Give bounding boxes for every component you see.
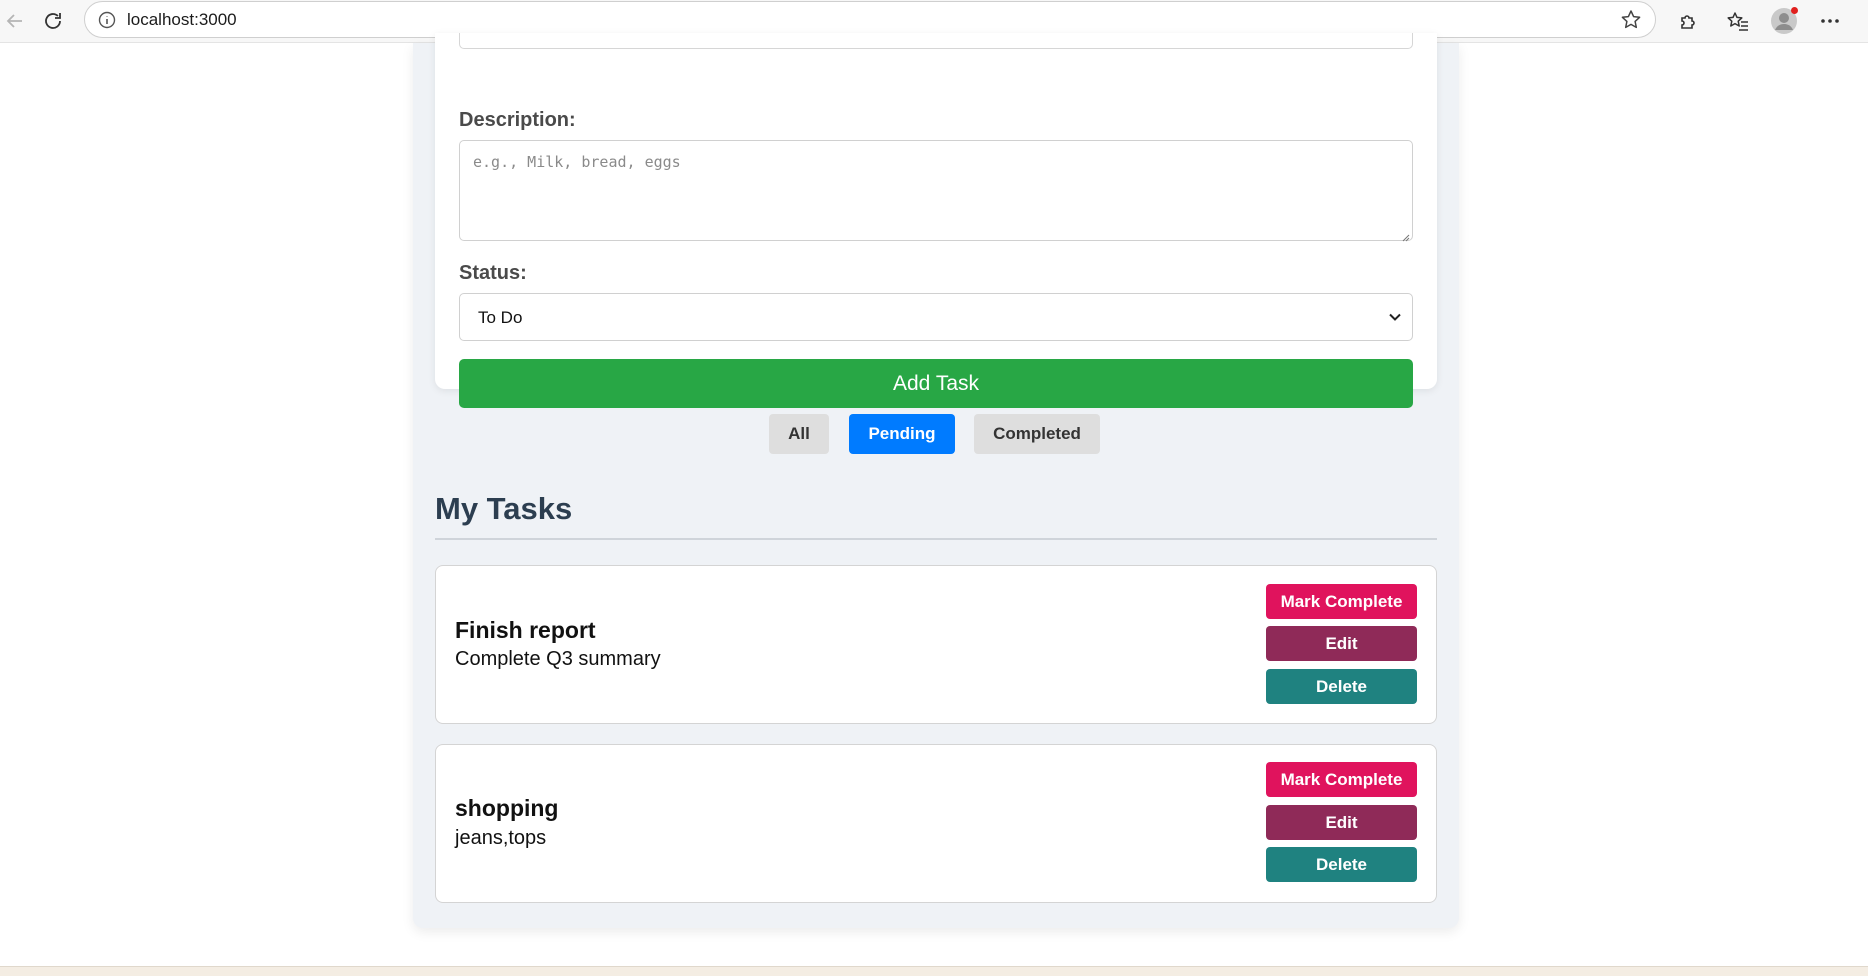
status-select[interactable]: To Do: [459, 293, 1413, 341]
tasks-heading: My Tasks: [435, 491, 573, 526]
description-label: Description:: [459, 109, 576, 131]
page: Description: e.g., Milk, bread, eggs Sta…: [0, 33, 1868, 966]
description-placeholder: e.g., Milk, bread, eggs: [473, 153, 681, 171]
resize-grip-icon[interactable]: [1400, 228, 1410, 242]
app-container: Description: e.g., Milk, bread, eggs Sta…: [413, 33, 1459, 928]
filter-pending-button[interactable]: Pending: [849, 414, 955, 454]
task-form: Description: e.g., Milk, bread, eggs Sta…: [435, 33, 1437, 408]
title-input[interactable]: [459, 33, 1413, 49]
edit-button[interactable]: Edit: [1266, 805, 1417, 840]
task-description: Complete Q3 summary: [455, 648, 661, 670]
chevron-down-icon: [1388, 310, 1402, 329]
more-icon[interactable]: [1814, 5, 1846, 37]
task-title: shopping: [455, 795, 559, 821]
taskbar-edge: [0, 966, 1868, 976]
star-icon[interactable]: [1619, 8, 1643, 37]
tasks-divider: [435, 538, 1437, 540]
favorites-icon[interactable]: [1722, 5, 1754, 37]
filter-all-button[interactable]: All: [769, 414, 829, 454]
mark-complete-button[interactable]: Mark Complete: [1266, 762, 1417, 797]
delete-button[interactable]: Delete: [1266, 847, 1417, 882]
url-text: localhost:3000: [127, 10, 237, 29]
reload-icon[interactable]: [38, 6, 68, 36]
info-icon[interactable]: [98, 11, 116, 34]
edit-button[interactable]: Edit: [1266, 626, 1417, 661]
task-item: Finish report Complete Q3 summary Mark C…: [435, 565, 1437, 724]
mark-complete-button[interactable]: Mark Complete: [1266, 584, 1417, 619]
notification-dot: [1791, 7, 1798, 14]
task-item: shopping jeans,tops Mark Complete Edit D…: [435, 744, 1437, 903]
status-selected-value: To Do: [478, 308, 523, 327]
back-arrow-icon[interactable]: [0, 6, 30, 36]
description-input[interactable]: e.g., Milk, bread, eggs: [459, 140, 1413, 242]
task-title: Finish report: [455, 617, 596, 643]
puzzle-icon[interactable]: [1672, 5, 1704, 37]
avatar-icon[interactable]: [1768, 5, 1800, 37]
status-label: Status:: [459, 262, 527, 284]
delete-button[interactable]: Delete: [1266, 669, 1417, 704]
filter-completed-button[interactable]: Completed: [974, 414, 1100, 454]
add-task-button[interactable]: Add Task: [459, 359, 1413, 408]
task-description: jeans,tops: [455, 827, 547, 849]
